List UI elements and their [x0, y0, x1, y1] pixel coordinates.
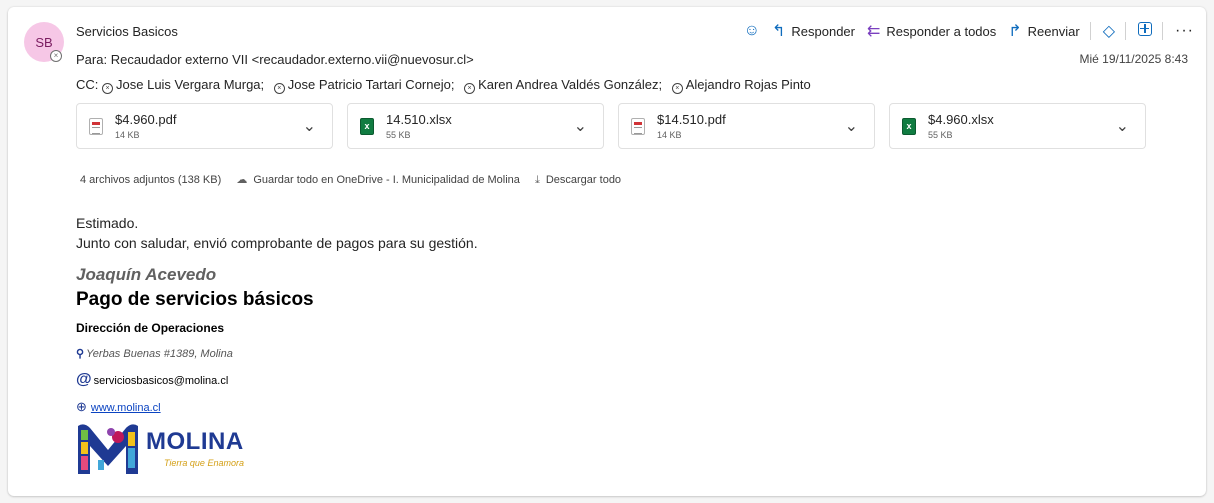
- cc-recipient[interactable]: × Karen Andrea Valdés González;: [464, 77, 662, 94]
- forward-label: Reenviar: [1027, 23, 1080, 39]
- cc-recipient[interactable]: × Jose Patricio Tartari Cornejo;: [273, 77, 454, 94]
- chevron-down-icon[interactable]: ⌄: [845, 116, 858, 136]
- signature-department: Dirección de Operaciones: [76, 321, 225, 335]
- body-greeting: Estimado.: [76, 215, 139, 231]
- contact-status-icon: ×: [464, 83, 476, 94]
- tag-icon[interactable]: ◇: [1103, 21, 1115, 41]
- attachment-size: 14 KB: [657, 130, 682, 140]
- emoji-reaction-icon[interactable]: ☺: [744, 22, 760, 40]
- to-recipient[interactable]: Recaudador externo VII <recaudador.exter…: [111, 52, 474, 67]
- chevron-down-icon[interactable]: ⌄: [1116, 116, 1129, 136]
- signature-address: ⚲ Yerbas Buenas #1389, Molina: [76, 348, 233, 360]
- globe-icon: ⊕: [76, 399, 87, 414]
- at-sign-icon: @: [76, 371, 92, 388]
- cc-recipients: CC: × Jose Luis Vergara Murga; × Jose Patr…: [76, 77, 817, 94]
- chevron-down-icon[interactable]: ⌄: [574, 116, 587, 136]
- attachment-size: 14 KB: [115, 130, 140, 140]
- attachment-name: $4.960.xlsx: [928, 112, 994, 127]
- toolbar-divider: [1162, 22, 1164, 40]
- contact-status-icon: ×: [102, 83, 114, 94]
- to-recipients: Para: Recaudador externo VII <recaudador…: [76, 52, 474, 67]
- attachment-name: $4.960.pdf: [115, 112, 177, 127]
- contact-status-icon: ×: [273, 83, 285, 94]
- email-reading-pane: SB × Servicios Basicos ☺ ↰ Responder ⇇ R…: [8, 7, 1206, 496]
- attachment-card[interactable]: $14.510.pdf 14 KB ⌄: [618, 103, 875, 149]
- cc-recipient[interactable]: × Alejandro Rojas Pinto: [671, 77, 811, 94]
- pdf-file-icon: [89, 118, 103, 135]
- logo-tagline: Tierra que Enamora: [164, 458, 244, 468]
- signature-title: Pago de servicios básicos: [76, 289, 314, 310]
- attachments-bar: 4 archivos adjuntos (138 KB) ☁ Guardar to…: [80, 173, 621, 187]
- attachments-summary: 4 archivos adjuntos (138 KB): [80, 174, 222, 186]
- signature-email[interactable]: @ serviciosbasicos@molina.cl: [76, 371, 228, 389]
- toolbar-divider: [1125, 22, 1127, 40]
- toolbar-divider: [1089, 22, 1091, 40]
- message-actions-toolbar: ☺ ↰ Responder ⇇ Responder a todos ↱ Reen…: [732, 18, 1194, 44]
- excel-file-icon: x: [902, 118, 916, 135]
- molina-logo-emblem: [78, 424, 138, 474]
- attachment-size: 55 KB: [386, 130, 411, 140]
- sender-name[interactable]: Servicios Basicos: [76, 24, 178, 39]
- reply-all-icon: ⇇: [867, 23, 881, 40]
- website-link[interactable]: www.molina.cl: [91, 402, 161, 414]
- attachment-card[interactable]: x 14.510.xlsx 55 KB ⌄: [347, 103, 604, 149]
- excel-file-icon: x: [360, 118, 374, 135]
- signature-website: ⊕ www.molina.cl: [76, 399, 161, 415]
- reply-button[interactable]: ↰ Responder: [772, 21, 855, 41]
- pdf-file-icon: [631, 118, 645, 135]
- more-options-icon[interactable]: ···: [1175, 22, 1194, 40]
- cc-recipient[interactable]: × Jose Luis Vergara Murga;: [102, 77, 264, 94]
- attachment-card[interactable]: $4.960.pdf 14 KB ⌄: [76, 103, 333, 149]
- reply-all-button[interactable]: ⇇ Responder a todos: [867, 21, 996, 41]
- contact-status-icon: ×: [671, 83, 683, 94]
- reply-icon: ↰: [771, 23, 786, 40]
- download-all-button[interactable]: ⤓ Descargar todo: [535, 174, 621, 186]
- presence-status-icon: ×: [50, 50, 62, 62]
- chevron-down-icon[interactable]: ⌄: [303, 116, 316, 136]
- signature-name: Joaquín Acevedo: [76, 265, 217, 284]
- to-label: Para:: [76, 52, 108, 67]
- attachment-card[interactable]: x $4.960.xlsx 55 KB ⌄: [889, 103, 1146, 149]
- save-all-onedrive-button[interactable]: ☁ Guardar todo en OneDrive - I. Municipal…: [236, 174, 520, 186]
- attachment-name: $14.510.pdf: [657, 112, 726, 127]
- message-date: Mié 19/11/2025 8:43: [1079, 52, 1188, 66]
- reply-all-label: Responder a todos: [886, 23, 997, 39]
- attachment-name: 14.510.xlsx: [386, 112, 452, 127]
- reply-label: Responder: [791, 23, 855, 39]
- download-icon: ⤓: [534, 174, 540, 186]
- molina-logo: MOLINA Tierra que Enamora: [76, 420, 246, 476]
- attachment-list: $4.960.pdf 14 KB ⌄ x 14.510.xlsx 55 KB ⌄…: [76, 103, 1146, 149]
- apps-grid-icon[interactable]: [1138, 21, 1153, 41]
- logo-wordmark: MOLINA: [146, 428, 244, 455]
- attachment-size: 55 KB: [928, 130, 953, 140]
- location-pin-icon: ⚲: [76, 348, 85, 360]
- cloud-icon: ☁: [236, 174, 248, 186]
- body-text: Junto con saludar, envió comprobante de …: [76, 235, 478, 251]
- forward-icon: ↱: [1008, 23, 1022, 40]
- forward-button[interactable]: ↱ Reenviar: [1008, 21, 1079, 41]
- cc-label: CC:: [76, 77, 99, 92]
